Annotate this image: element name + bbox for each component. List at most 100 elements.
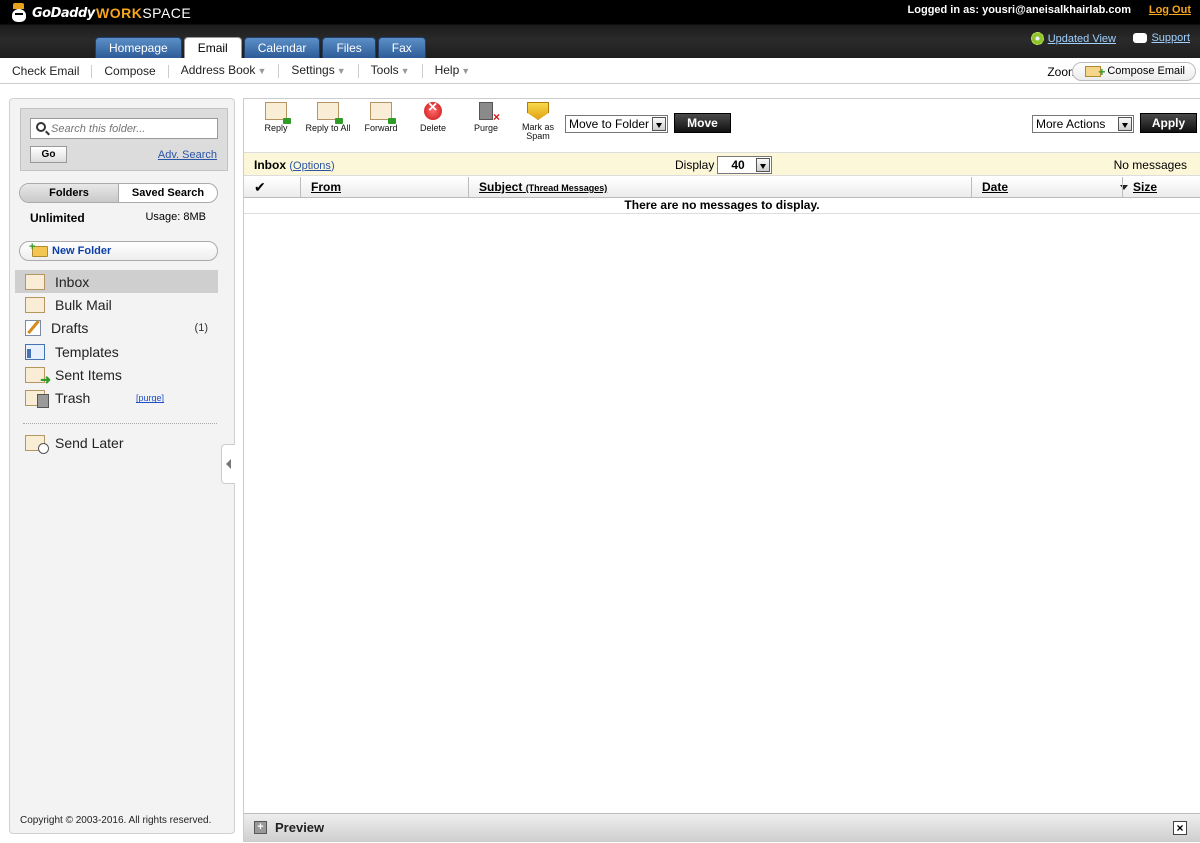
menu-check-email-label: Check Email — [12, 63, 80, 78]
delete-button[interactable]: Delete — [407, 99, 459, 133]
logged-in-text: Logged in as: yousri@aneisalkhairlab.com — [907, 4, 1131, 16]
tab-fax[interactable]: Fax — [377, 37, 426, 58]
reply-all-icon — [317, 102, 343, 124]
compose-email-button[interactable]: Compose Email — [1072, 62, 1196, 81]
folder-inbox[interactable]: Inbox — [15, 270, 218, 293]
preview-bar: + Preview × — [244, 813, 1200, 841]
column-date[interactable]: Date — [971, 177, 1122, 197]
support-label: Support — [1151, 32, 1190, 44]
reply-all-button[interactable]: Reply to All — [302, 102, 354, 133]
menu-compose[interactable]: Compose — [92, 64, 169, 78]
logout-link[interactable]: Log Out — [1149, 4, 1191, 16]
column-subject[interactable]: Subject (Thread Messages) — [468, 177, 971, 197]
folder-send-later[interactable]: Send Later — [15, 431, 218, 454]
apply-button[interactable]: Apply — [1140, 113, 1197, 133]
purge-icon — [479, 102, 500, 124]
advanced-search-link[interactable]: Adv. Search — [158, 149, 217, 161]
tab-folders[interactable]: Folders — [20, 184, 119, 202]
folder-sent-items[interactable]: Sent Items — [15, 364, 218, 388]
gear-icon — [1030, 32, 1044, 45]
godaddy-logo-icon — [10, 3, 28, 23]
tab-calendar[interactable]: Calendar — [243, 37, 321, 58]
workspace-title-part2: SPACE — [142, 5, 192, 21]
folder-drafts[interactable]: Drafts (1) — [15, 317, 218, 340]
pencil-icon — [25, 320, 41, 337]
envelope-icon — [25, 273, 45, 290]
menu-check-email[interactable]: Check Email — [0, 63, 93, 78]
column-subject-label: Subject — [479, 180, 523, 194]
display-count-value: 40 — [731, 158, 745, 172]
thread-messages-link[interactable]: (Thread Messages) — [526, 183, 608, 193]
collapse-sidebar-handle[interactable] — [221, 444, 235, 484]
menu-tools-label: Tools — [370, 63, 399, 77]
trash-purge-link[interactable]: [purge] — [136, 393, 164, 403]
search-input[interactable] — [30, 118, 218, 139]
workspace-title: WORKSPACE — [96, 5, 191, 21]
tab-homepage[interactable]: Homepage — [95, 37, 182, 58]
purge-button[interactable]: Purge — [460, 102, 512, 133]
menu-help-label: Help — [434, 63, 460, 77]
menu-tools[interactable]: Tools ▼ — [359, 64, 423, 78]
godaddy-logo[interactable]: GoDaddy — [10, 2, 95, 24]
go-button[interactable]: Go — [30, 146, 67, 163]
envelope-icon — [25, 296, 45, 313]
menu-bar: Check Email Compose Address Book ▼ Settin… — [0, 58, 1200, 84]
folder-bulk-mail[interactable]: Bulk Mail — [15, 293, 218, 316]
sidebar-tabs: Folders Saved Search — [19, 183, 218, 203]
folder-templates[interactable]: Templates — [15, 340, 218, 363]
forward-label: Forward — [364, 123, 398, 133]
trash-icon — [25, 390, 49, 409]
folder-label: Send Later — [55, 434, 124, 451]
tab-files[interactable]: Files — [322, 37, 376, 58]
reply-button[interactable]: Reply — [250, 102, 302, 133]
menu-address-book[interactable]: Address Book ▼ — [169, 64, 280, 78]
reply-all-label: Reply to All — [305, 123, 351, 133]
move-button[interactable]: Move — [674, 113, 731, 133]
sidebar-divider — [23, 423, 217, 424]
mark-as-spam-button[interactable]: Mark as Spam — [512, 102, 564, 141]
forward-button[interactable]: Forward — [355, 102, 407, 133]
sent-icon — [25, 367, 51, 388]
spam-shield-icon — [527, 102, 549, 120]
mark-spam-label-2: Spam — [526, 131, 550, 141]
message-toolbar: Reply Reply to All Forward Delete Purge … — [244, 99, 1200, 151]
folder-trash[interactable]: Trash [purge] — [15, 387, 218, 410]
empty-list-message: There are no messages to display. — [244, 198, 1200, 214]
new-folder-button[interactable]: New Folder — [19, 241, 218, 261]
column-from-label: From — [311, 180, 341, 194]
support-link[interactable]: Support — [1133, 32, 1190, 44]
expand-preview-icon[interactable]: + — [254, 821, 267, 834]
column-date-label: Date — [982, 180, 1009, 194]
menu-address-book-label: Address Book — [180, 63, 256, 77]
folder-label: Drafts — [51, 320, 89, 337]
folder-label: Trash — [55, 390, 91, 407]
display-count-select[interactable]: 40 — [717, 156, 772, 174]
preview-label: Preview — [275, 820, 325, 835]
message-pane: Reply Reply to All Forward Delete Purge … — [243, 98, 1200, 842]
tab-saved-search[interactable]: Saved Search — [119, 184, 217, 202]
menu-help[interactable]: Help ▼ — [423, 64, 483, 78]
copyright-text: Copyright © 2003-2016. All rights reserv… — [20, 815, 212, 826]
more-actions-select[interactable]: More Actions — [1032, 115, 1134, 133]
column-size[interactable]: Size — [1122, 177, 1200, 197]
logo-text: GoDaddy — [32, 5, 95, 21]
compose-envelope-icon — [1085, 64, 1105, 81]
tab-email[interactable]: Email — [183, 37, 242, 58]
select-all-checkmark-icon[interactable]: ✔ — [254, 179, 266, 196]
folder-label: Bulk Mail — [55, 296, 112, 313]
display-label: Display — [675, 158, 715, 172]
folder-label: Templates — [55, 343, 119, 360]
close-icon[interactable]: × — [1173, 821, 1187, 835]
move-to-folder-select[interactable]: Move to Folder — [565, 115, 668, 133]
message-list-header: ✔ From Subject (Thread Messages) Date Si… — [244, 177, 1200, 198]
quota-label: Unlimited — [30, 211, 85, 225]
folder-label: Sent Items — [55, 367, 122, 384]
options-link[interactable]: Options — [293, 160, 331, 172]
column-from[interactable]: From — [300, 177, 468, 197]
menu-settings[interactable]: Settings ▼ — [279, 64, 359, 78]
app-tabs: Homepage Email Calendar Files Fax — [95, 37, 426, 58]
clock-envelope-icon — [25, 434, 49, 454]
folder-sidebar: Go Adv. Search Folders Saved Search Unli… — [9, 98, 235, 834]
updated-view-link[interactable]: Updated View — [1030, 32, 1116, 45]
folder-list: Inbox Bulk Mail Drafts (1) Templates Sen… — [15, 270, 218, 410]
